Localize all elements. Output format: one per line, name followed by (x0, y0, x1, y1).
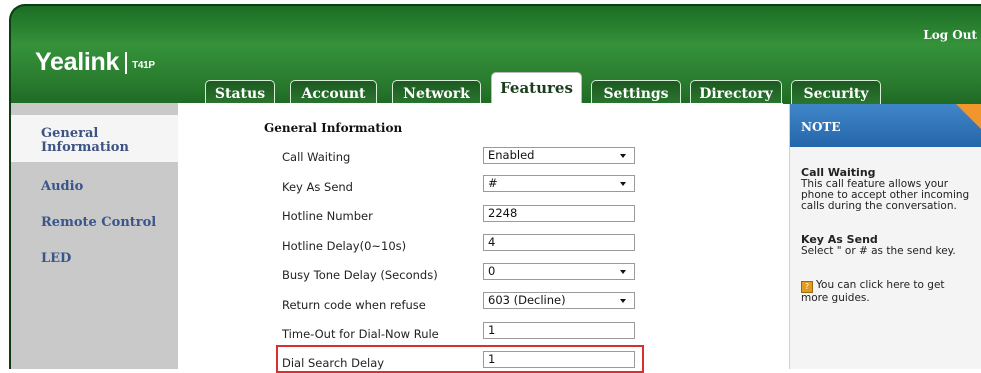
logout-link[interactable]: Log Out (923, 28, 977, 42)
chevron-down-icon (620, 154, 626, 158)
guide-line: more guides. (801, 292, 870, 304)
busy-tone-delay-value: 0 (488, 264, 496, 278)
call-waiting-select[interactable]: Enabled (483, 147, 635, 164)
chevron-down-icon (620, 182, 626, 186)
return-code-select[interactable]: 603 (Decline) (483, 292, 635, 309)
chevron-down-icon (620, 270, 626, 274)
guide-link[interactable]: ? You can click here to get more guides. (801, 280, 945, 304)
main-content: General Information Call Waiting Enabled… (178, 103, 783, 370)
app-window: Yealink T41P Log Out Status Account Netwo… (0, 0, 981, 373)
sidebar-item-audio[interactable]: Audio (11, 179, 180, 194)
hotline-number-label: Hotline Number (282, 209, 373, 223)
note-panel: NOTE Call Waiting This call feature allo… (789, 104, 981, 369)
dial-now-timeout-input[interactable]: 1 (483, 322, 635, 339)
model-label: T41P (132, 60, 155, 71)
hotline-delay-label: Hotline Delay(0~10s) (282, 239, 407, 253)
hotline-delay-input[interactable]: 4 (483, 234, 635, 251)
note-corner-fold (956, 104, 981, 130)
note-call-waiting-line: calls during the conversation. (801, 200, 957, 212)
note-title: NOTE (801, 120, 841, 134)
hotline-number-input[interactable]: 2248 (483, 205, 635, 222)
call-waiting-label: Call Waiting (282, 150, 351, 164)
note-call-waiting: Call Waiting This call feature allows yo… (801, 167, 969, 212)
return-code-value: 603 (Decline) (488, 293, 566, 307)
section-title: General Information (264, 121, 403, 135)
sidebar-item-label-line2: Information (41, 140, 129, 155)
return-code-label: Return code when refuse (282, 298, 426, 312)
key-as-send-value: # (488, 176, 498, 190)
busy-tone-delay-select[interactable]: 0 (483, 263, 635, 280)
yealink-logo: Yealink T41P (35, 48, 155, 77)
busy-tone-delay-label: Busy Tone Delay (Seconds) (282, 268, 438, 282)
note-header: NOTE (790, 104, 981, 147)
key-as-send-label: Key As Send (282, 180, 353, 194)
dial-now-timeout-label: Time-Out for Dial-Now Rule (282, 327, 439, 341)
logo-text: Yealink (35, 48, 120, 76)
logo-divider (125, 52, 128, 74)
chevron-down-icon (620, 299, 626, 303)
sidebar-item-label-line1: General (41, 126, 99, 141)
sidebar-item-led[interactable]: LED (11, 251, 180, 266)
guide-line: You can click here to get (816, 279, 945, 291)
header-bar: Yealink T41P Log Out Status Account Netwo… (9, 4, 981, 110)
call-waiting-value: Enabled (488, 148, 535, 162)
note-key-as-send: Key As Send Select " or # as the send ke… (801, 234, 956, 257)
sidebar-item-general-information[interactable]: General Information (11, 115, 180, 162)
sidebar-item-remote-control[interactable]: Remote Control (11, 215, 180, 230)
note-key-as-send-line: Select " or # as the send key. (801, 245, 956, 257)
sidebar: General Information Audio Remote Control… (9, 103, 180, 369)
key-as-send-select[interactable]: # (483, 175, 635, 192)
